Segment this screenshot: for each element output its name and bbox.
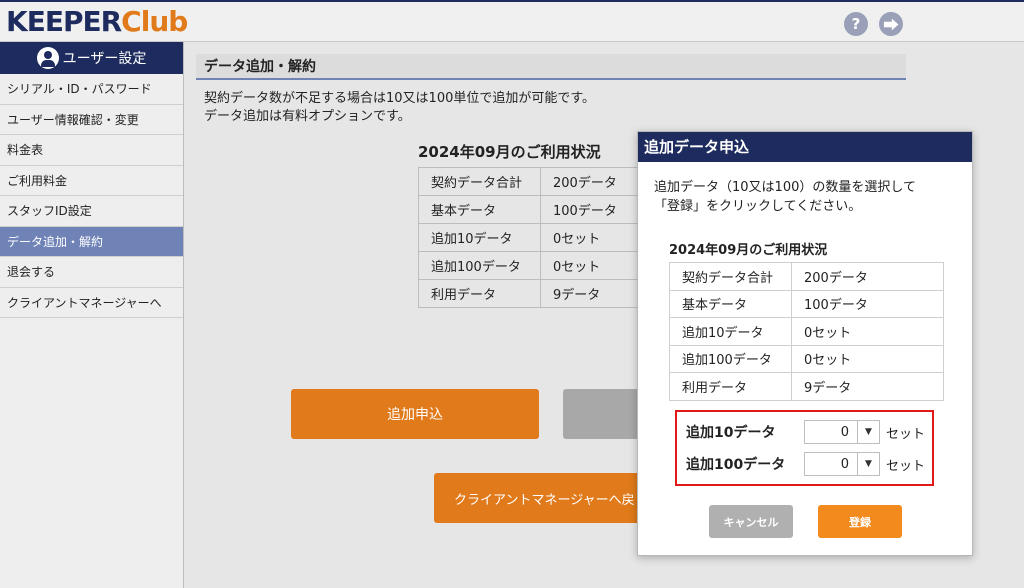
register-button[interactable]: 登録 [818,505,902,538]
qty100-select[interactable]: 0 ▼ [804,452,880,476]
sidebar-item-user-info[interactable]: ユーザー情報確認・変更 [0,104,183,135]
cancel-contract-button[interactable] [563,389,643,439]
sidebar-item-staff-id[interactable]: スタッフID設定 [0,196,183,227]
table-row: 追加100データ 0セット [669,344,944,373]
cancel-button[interactable]: キャンセル [709,505,793,538]
modal-description: 追加データ（10又は100）の数量を選択して 「登録」をクリックしてください。 [654,180,916,214]
logout-icon[interactable]: ⮕ [879,12,903,36]
client-manager-button[interactable]: クライアントマネージャーへ戻 [434,473,644,523]
usage-title: 2024年09月のご利用状況 [418,143,601,161]
usage-table: 契約データ合計 200データ 基本データ 100データ 追加10データ 0セット 追加… [418,167,671,308]
qty10-value: 0 [840,424,849,440]
sidebar-item-usage-fee[interactable]: ご利用料金 [0,165,183,196]
add-application-button[interactable]: 追加申込 [291,389,539,439]
help-icon[interactable]: ? [844,12,868,36]
keeper-club-logo[interactable]: KEEPERClub [6,6,188,38]
qty100-label: 追加100データ [686,457,786,473]
sidebar-title: ユーザー設定 [62,51,147,67]
table-row: 利用データ 9データ [418,279,671,308]
sidebar-item-price-list[interactable]: 料金表 [0,135,183,166]
modal-title: 追加データ申込 [638,132,972,162]
app-header: KEEPERClub ? ⮕ [0,0,1024,42]
qty10-label: 追加10データ [686,425,776,441]
page-title: データ追加・解約 [196,54,906,80]
table-row: 契約データ合計 200データ [418,167,671,196]
table-row: 追加100データ 0セット [418,251,671,280]
sidebar-item-client-manager[interactable]: クライアントマネージャーへ [0,287,183,318]
page-description: 契約データ数が不足する場合は10又は100単位で追加が可能です。 データ追加は有… [204,91,596,124]
qty100-row: 追加100データ 0 ▼ セット [686,452,925,476]
add-data-modal: 追加データ申込 追加データ（10又は100）の数量を選択して 「登録」をクリック… [637,131,973,556]
sidebar-item-withdraw[interactable]: 退会する [0,257,183,288]
qty100-value: 0 [840,456,849,472]
sidebar: ユーザー設定 シリアル・ID・パスワード ユーザー情報確認・変更 料金表 ご利用… [0,42,184,588]
table-row: 追加10データ 0セット [418,223,671,252]
table-row: 追加10データ 0セット [669,317,944,346]
qty10-unit: セット [886,426,926,442]
sidebar-item-data-add-cancel[interactable]: データ追加・解約 [0,226,183,257]
qty10-select[interactable]: 0 ▼ [804,420,880,444]
modal-usage-title: 2024年09月のご利用状況 [669,243,828,258]
table-row: 基本データ 100データ [669,289,944,318]
chevron-down-icon: ▼ [857,453,879,475]
user-settings-icon [36,47,59,69]
table-row: 利用データ 9データ [669,372,944,401]
qty10-row: 追加10データ 0 ▼ セット [686,420,925,444]
modal-usage-table: 契約データ合計 200データ 基本データ 100データ 追加10データ 0セット 追加… [669,262,944,401]
table-row: 契約データ合計 200データ [669,262,944,291]
chevron-down-icon: ▼ [857,421,879,443]
sidebar-item-serial-id-password[interactable]: シリアル・ID・パスワード [0,74,183,105]
sidebar-header: ユーザー設定 [0,42,183,74]
table-row: 基本データ 100データ [418,195,671,224]
qty100-unit: セット [886,458,926,474]
